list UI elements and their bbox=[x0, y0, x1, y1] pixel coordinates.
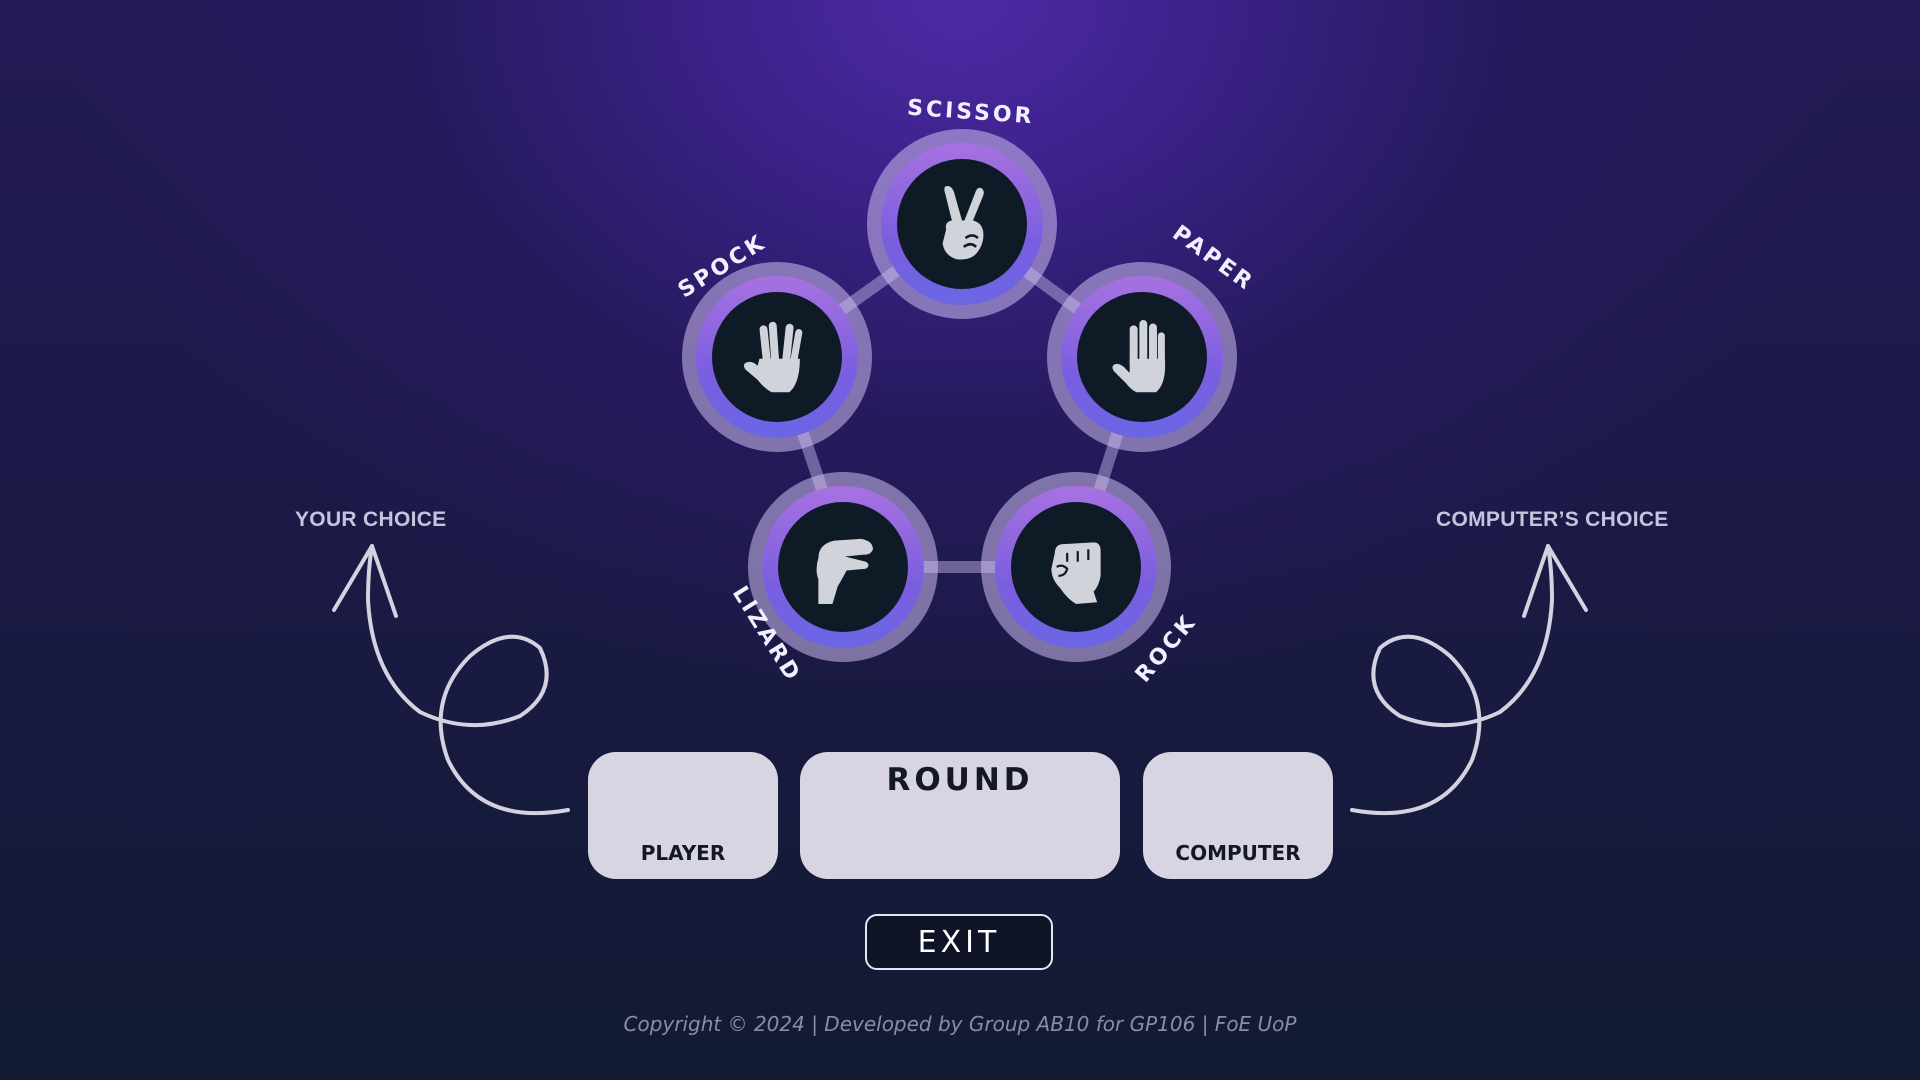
footer-copyright: Copyright © 2024 | Developed by Group AB… bbox=[623, 1012, 1297, 1036]
exit-button[interactable]: EXIT bbox=[865, 914, 1053, 970]
round-panel: ROUND bbox=[800, 752, 1120, 879]
player-label: PLAYER bbox=[640, 841, 726, 865]
player-score-panel: PLAYER bbox=[588, 752, 778, 879]
your-choice-arrow-icon bbox=[366, 544, 570, 816]
computer-label: COMPUTER bbox=[1175, 841, 1301, 865]
computer-score-panel: COMPUTER bbox=[1143, 752, 1333, 879]
round-label: ROUND bbox=[886, 762, 1034, 798]
computer-choice-arrow-icon bbox=[1350, 544, 1554, 816]
